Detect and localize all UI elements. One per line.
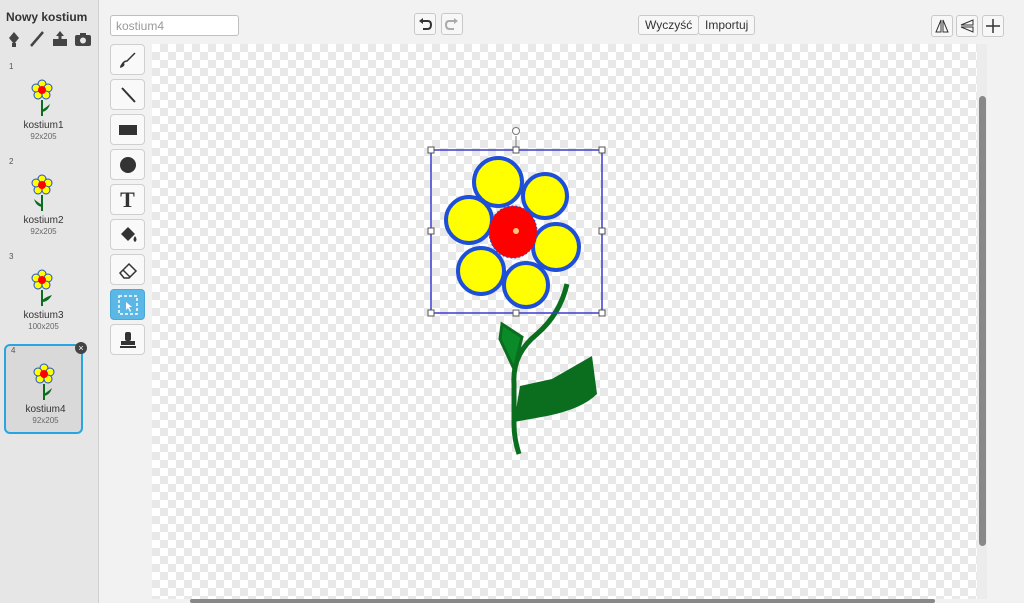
select-tool[interactable]: [110, 289, 145, 320]
ellipse-tool[interactable]: [110, 149, 145, 180]
flip-vertical-icon: [960, 19, 974, 33]
horizontal-scrollbar[interactable]: [190, 599, 935, 603]
ellipse-icon: [119, 156, 136, 173]
costume-name: kostium2: [23, 215, 64, 226]
line-tool[interactable]: [110, 79, 145, 110]
costume-number: 1: [9, 62, 14, 71]
flower-thumbnail-icon: [31, 269, 53, 306]
flower-thumbnail-icon: [31, 174, 53, 211]
select-icon: [117, 294, 138, 315]
choose-costume-icon[interactable]: [4, 29, 24, 49]
costume-item-1[interactable]: 1 kostium1 92x205: [4, 62, 83, 152]
text-tool[interactable]: T: [110, 184, 145, 215]
undo-button[interactable]: [414, 13, 436, 35]
paint-canvas[interactable]: [152, 44, 977, 599]
costume-name-input[interactable]: [110, 15, 239, 36]
costume-item-4[interactable]: 4 × kostium4 92x205: [4, 342, 87, 434]
brush-icon: [119, 51, 136, 68]
crosshair-icon: [986, 19, 1000, 33]
flower-thumbnail-icon: [31, 79, 53, 116]
costume-number: 2: [9, 157, 14, 166]
costume-size: 92x205: [32, 416, 59, 425]
import-button[interactable]: Importuj: [698, 15, 756, 35]
camera-icon[interactable]: [73, 29, 93, 49]
new-costume-title: Nowy kostium: [6, 10, 88, 24]
undo-icon: [419, 18, 432, 30]
clear-button[interactable]: Wyczyść: [638, 15, 700, 35]
costume-item-2[interactable]: 2 kostium2 92x205: [4, 157, 83, 247]
rectangle-tool[interactable]: [110, 114, 145, 145]
flip-vertical-button[interactable]: [956, 15, 978, 37]
flip-horizontal-button[interactable]: [931, 15, 953, 37]
costume-size: 100x205: [28, 322, 59, 331]
costume-number: 3: [9, 252, 14, 261]
costume-size: 92x205: [30, 227, 57, 236]
text-icon: T: [120, 186, 135, 212]
flip-horizontal-icon: [935, 19, 949, 33]
rectangle-icon: [118, 124, 137, 135]
costume-number: 4: [11, 346, 16, 355]
costume-editor: Nowy kostium 1 kostium1 92x205 2 kostium…: [0, 0, 1024, 603]
costume-size: 92x205: [30, 132, 57, 141]
flower-drawing: [427, 127, 606, 455]
stamp-icon: [119, 331, 136, 348]
stamp-tool[interactable]: [110, 324, 145, 355]
eraser-icon: [118, 262, 137, 279]
fill-tool[interactable]: [110, 219, 145, 250]
costume-name: kostium1: [23, 120, 64, 131]
upload-icon[interactable]: [50, 29, 70, 49]
fill-icon: [120, 226, 136, 242]
new-costume-toolbar: [4, 29, 93, 49]
vertical-scrollbar[interactable]: [979, 96, 986, 546]
redo-icon: [445, 18, 458, 30]
redo-button[interactable]: [441, 13, 463, 35]
costume-pane: Nowy kostium 1 kostium1 92x205 2 kostium…: [0, 0, 99, 603]
paint-brush-icon[interactable]: [27, 29, 47, 49]
flower-thumbnail-icon: [33, 363, 55, 400]
delete-costume-button[interactable]: ×: [75, 342, 87, 354]
costume-name: kostium3: [23, 310, 64, 321]
set-center-button[interactable]: [982, 15, 1004, 37]
brush-tool[interactable]: [110, 44, 145, 75]
costume-item-3[interactable]: 3 kostium3 100x205: [4, 252, 83, 342]
costume-name: kostium4: [25, 404, 66, 415]
line-icon: [120, 86, 136, 103]
eraser-tool[interactable]: [110, 254, 145, 285]
